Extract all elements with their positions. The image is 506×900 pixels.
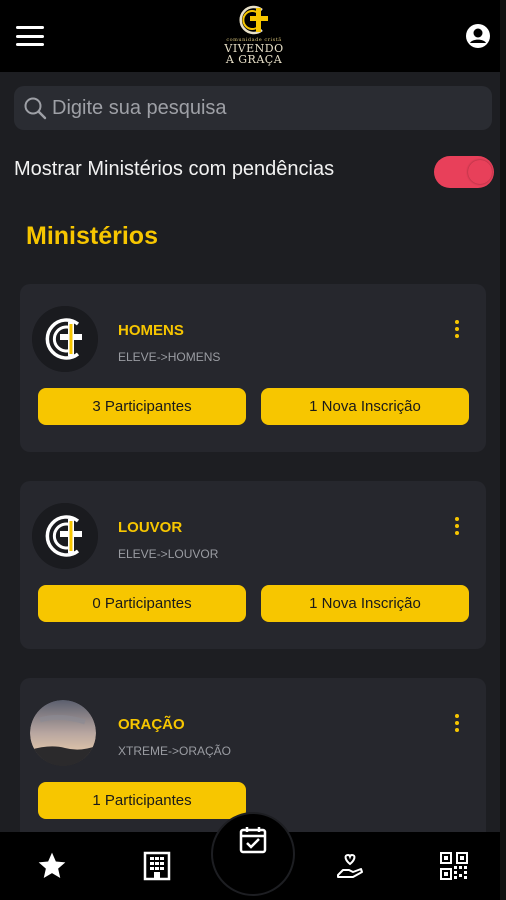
ministry-name: HOMENS	[118, 322, 184, 339]
screen-edge	[500, 0, 506, 900]
section-title: Ministérios	[26, 222, 158, 250]
logo-line-2: A GRAÇA	[225, 53, 283, 66]
more-vertical-icon[interactable]	[450, 517, 464, 539]
more-vertical-icon[interactable]	[450, 320, 464, 342]
donate-hand-icon[interactable]	[332, 848, 368, 884]
search-input[interactable]	[52, 96, 472, 120]
ministry-name: ORAÇÃO	[118, 716, 185, 733]
participants-button[interactable]: 3 Participantes	[38, 388, 246, 425]
ministry-card[interactable]: HOMENS ELEVE->HOMENS 3 Participantes 1 N…	[20, 284, 486, 452]
logo-mark-icon	[239, 5, 268, 35]
calendar-check-icon[interactable]	[211, 812, 295, 896]
bottom-navigation	[0, 812, 506, 900]
app-logo: comunidade cristã VIVENDO A GRAÇA	[214, 4, 294, 66]
new-inscription-button[interactable]: 1 Nova Inscrição	[261, 388, 469, 425]
participants-button[interactable]: 0 Participantes	[38, 585, 246, 622]
ministry-logo-icon	[32, 306, 98, 372]
pending-filter-row: Mostrar Ministérios com pendências	[14, 152, 494, 192]
building-icon[interactable]	[139, 848, 175, 884]
ministry-path: ELEVE->LOUVOR	[118, 547, 219, 561]
toggle-knob	[468, 160, 492, 184]
sunset-photo-image	[30, 700, 96, 766]
menu-icon[interactable]	[16, 26, 44, 46]
ministry-avatar	[32, 306, 98, 372]
ministry-logo-icon	[32, 503, 98, 569]
new-inscription-button[interactable]: 1 Nova Inscrição	[261, 585, 469, 622]
ministry-path: XTREME->ORAÇÃO	[118, 744, 232, 758]
ministry-path: ELEVE->HOMENS	[118, 350, 221, 364]
qr-code-icon[interactable]	[436, 848, 472, 884]
app-header: comunidade cristã VIVENDO A GRAÇA	[0, 0, 506, 72]
profile-icon[interactable]	[464, 22, 492, 50]
search-bar[interactable]	[14, 86, 492, 130]
pending-filter-toggle[interactable]	[434, 156, 494, 188]
search-icon	[24, 97, 47, 120]
more-vertical-icon[interactable]	[450, 714, 464, 736]
pending-filter-label: Mostrar Ministérios com pendências	[14, 158, 335, 180]
ministry-name: LOUVOR	[118, 519, 183, 536]
ministry-avatar	[32, 503, 98, 569]
participants-button[interactable]: 1 Participantes	[38, 782, 246, 819]
ministry-card[interactable]: LOUVOR ELEVE->LOUVOR 0 Participantes 1 N…	[20, 481, 486, 649]
star-icon[interactable]	[34, 848, 70, 884]
ministry-photo	[30, 700, 96, 766]
